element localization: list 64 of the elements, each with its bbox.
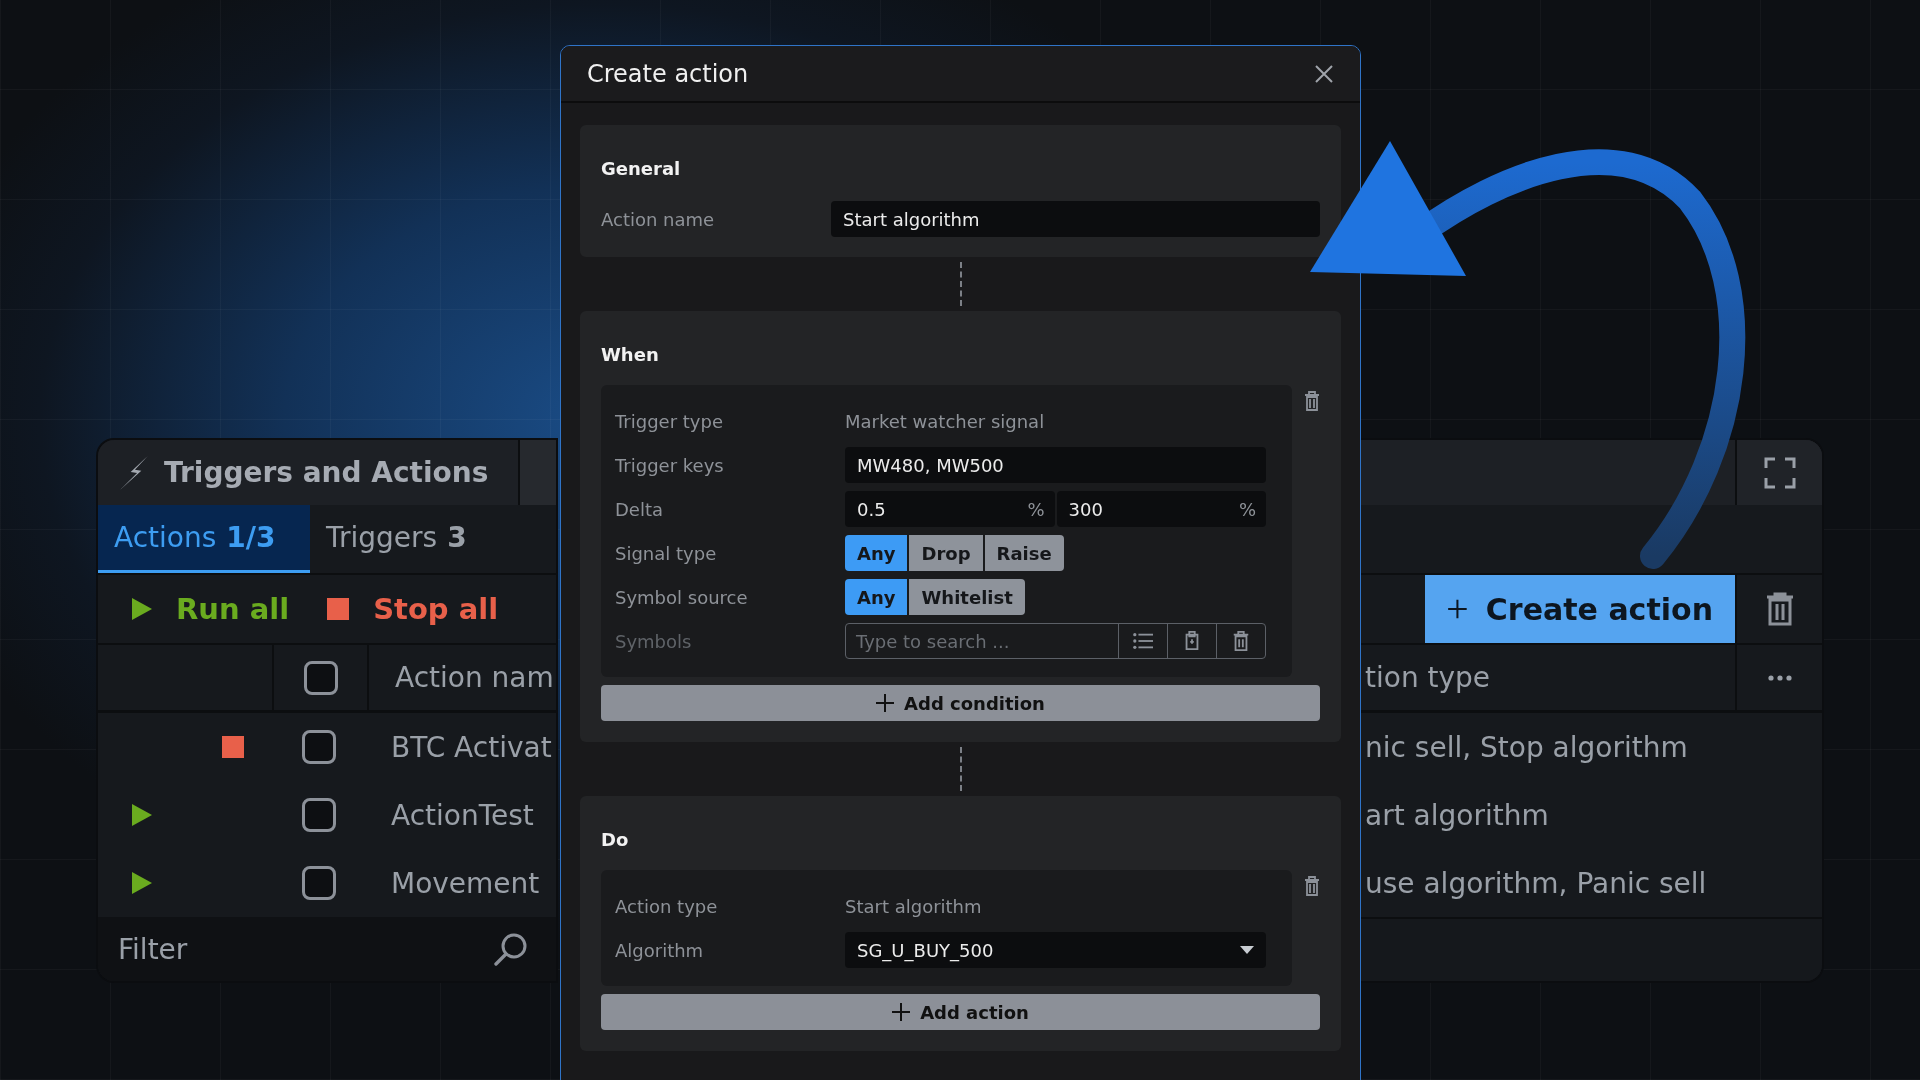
list-icon[interactable] — [1133, 631, 1153, 651]
tab[interactable]: Actions 1/3 — [98, 505, 310, 573]
field-label: Action type — [615, 895, 719, 917]
table-cell-text: nic sell, Stop algorithm — [1364, 730, 1688, 764]
more-icon[interactable] — [1767, 674, 1792, 681]
search-icon[interactable] — [494, 932, 528, 966]
tab[interactable]: Triggers 3 — [310, 505, 483, 573]
field-label: Signal type — [615, 542, 718, 564]
plus-icon — [892, 1003, 911, 1021]
column-header: tion type — [1364, 661, 1491, 694]
algorithm-dropdown[interactable]: SG_U_BUY_500 — [845, 932, 1266, 968]
checkbox[interactable] — [301, 798, 336, 832]
table-cell: ActionTest — [391, 798, 534, 832]
segment-option[interactable]: Drop — [909, 535, 983, 571]
play-icon — [132, 598, 152, 620]
panel-title: Triggers and Actions — [164, 456, 489, 489]
add-condition-button[interactable]: Add condition — [601, 685, 1320, 721]
caret-icon — [1240, 946, 1254, 954]
play-icon[interactable] — [132, 804, 152, 826]
trash-icon[interactable] — [1304, 391, 1320, 411]
table-cell-text: use algorithm, Panic sell — [1364, 866, 1707, 900]
segment-option[interactable]: Any — [845, 535, 908, 571]
checkbox[interactable] — [301, 866, 336, 900]
segment-option[interactable]: Whitelist — [909, 579, 1025, 615]
input-field[interactable]: 0.5 % — [845, 491, 1055, 527]
create-action-button[interactable]: Create action — [1425, 575, 1735, 643]
checkbox[interactable] — [301, 730, 336, 764]
field-label: Trigger type — [615, 410, 724, 432]
table-cell: Movement — [391, 866, 540, 900]
field-label: Symbol source — [615, 586, 749, 608]
field-label: Symbols — [615, 630, 693, 652]
field-value: Start algorithm — [845, 895, 982, 917]
segment-option[interactable]: Any — [845, 579, 908, 615]
trash-icon[interactable] — [1304, 876, 1320, 896]
section-heading: Do — [601, 829, 630, 851]
section-heading: General — [601, 158, 682, 180]
trash-icon[interactable] — [1765, 592, 1794, 626]
stop-all-button[interactable]: Stop all — [327, 592, 499, 626]
field-label: Action name — [601, 208, 716, 230]
segment-option[interactable]: Raise — [984, 535, 1064, 571]
dialog-title: Create action — [587, 59, 749, 88]
column-header: Action nam — [395, 661, 554, 694]
trash-icon[interactable] — [1231, 631, 1251, 651]
close-icon[interactable] — [1314, 63, 1334, 84]
play-icon[interactable] — [132, 872, 152, 894]
connector-line — [959, 747, 962, 791]
input-field[interactable]: 300 % — [1056, 491, 1266, 527]
section-heading: When — [601, 344, 660, 366]
field-label: Trigger keys — [615, 454, 725, 476]
filter-field[interactable]: Filter — [98, 917, 556, 981]
add-action-button[interactable]: Add action — [601, 994, 1320, 1030]
field-value: Market watcher signal — [845, 410, 1045, 432]
expand-icon[interactable] — [1763, 456, 1796, 489]
field-label: Delta — [615, 498, 665, 520]
input-field[interactable]: Start algorithm — [831, 201, 1320, 237]
checkbox[interactable] — [303, 660, 338, 695]
stop-icon — [327, 598, 350, 620]
field-label: Algorithm — [615, 939, 705, 961]
table-cell-text: art algorithm — [1364, 798, 1549, 832]
table-cell: BTC Activat — [391, 730, 552, 764]
connector-line — [959, 262, 962, 306]
plus-icon — [876, 694, 895, 712]
run-all-button[interactable]: Run all — [132, 592, 290, 626]
input-field[interactable]: MW480, MW500 — [845, 447, 1266, 483]
